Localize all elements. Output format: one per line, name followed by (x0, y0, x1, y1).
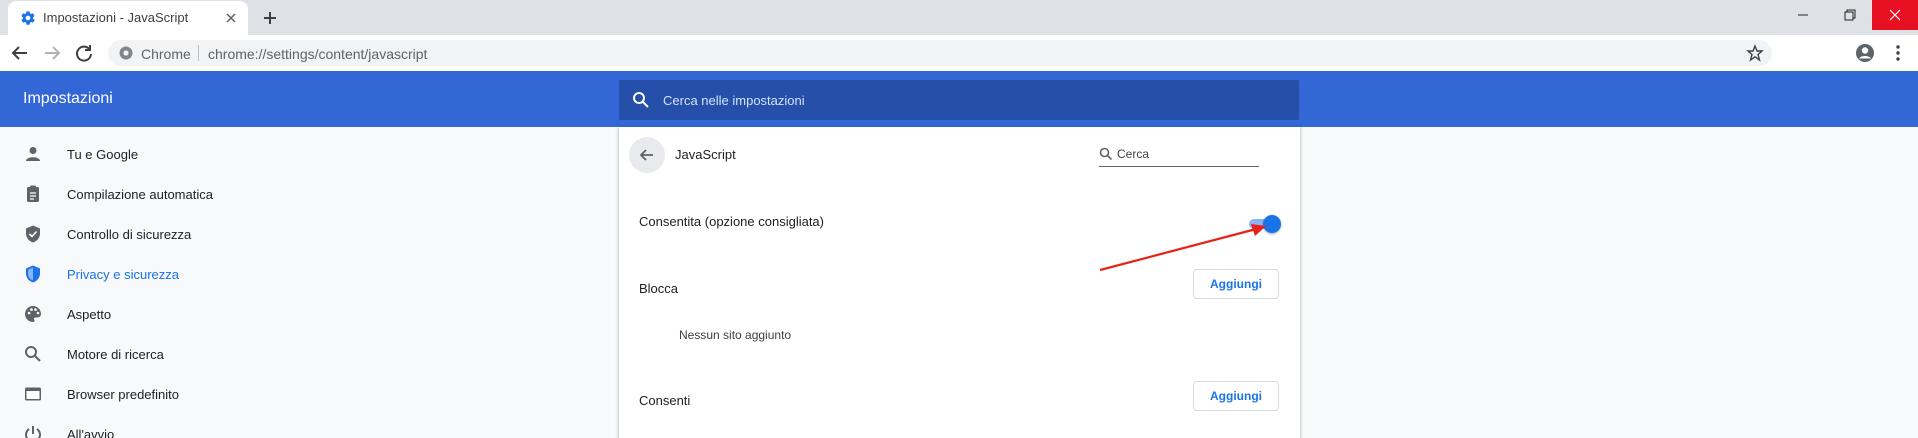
close-tab-icon[interactable] (222, 9, 240, 27)
back-arrow-icon[interactable] (9, 42, 31, 64)
search-icon (633, 92, 649, 108)
sidebar-item-label: Browser predefinito (67, 387, 179, 402)
person-icon (26, 147, 40, 161)
settings-search-input[interactable] (663, 80, 1283, 120)
sidebar-item-search-engine[interactable]: Motore di ricerca (0, 334, 320, 374)
power-icon (25, 426, 41, 438)
search-icon (1099, 147, 1113, 161)
chrome-site-icon[interactable] (118, 45, 134, 61)
gear-icon (21, 11, 35, 25)
new-tab-icon[interactable] (259, 7, 281, 29)
sidebar-item-label: Privacy e sicurezza (67, 267, 179, 282)
sidebar-item-you-and-google[interactable]: Tu e Google (0, 134, 320, 174)
tab-strip: Impostazioni - JavaScript (0, 0, 1918, 35)
settings-search-bar[interactable] (619, 80, 1299, 120)
allow-section-label: Consenti (639, 393, 691, 408)
clipboard-icon (27, 185, 39, 202)
more-menu-icon[interactable] (1887, 42, 1909, 64)
shield-icon (26, 265, 40, 283)
shield-check-icon (26, 225, 40, 243)
tab-title: Impostazioni - JavaScript (43, 10, 189, 25)
bookmark-star-icon[interactable] (1746, 44, 1764, 62)
browser-toolbar: Chrome chrome://settings/content/javascr… (0, 35, 1918, 71)
sidebar-item-appearance[interactable]: Aspetto (0, 294, 320, 334)
allow-add-button[interactable]: Aggiungi (1193, 381, 1279, 411)
url-chip: Chrome (141, 46, 191, 62)
sidebar-item-privacy-security[interactable]: Privacy e sicurezza (0, 254, 320, 294)
address-bar[interactable]: Chrome chrome://settings/content/javascr… (108, 40, 1772, 66)
sidebar-item-label: All'avvio (67, 427, 115, 438)
restore-icon[interactable] (1826, 0, 1872, 30)
sidebar-item-autofill[interactable]: Compilazione automatica (0, 174, 320, 214)
sidebar-item-default-browser[interactable]: Browser predefinito (0, 374, 320, 414)
allowed-label: Consentita (opzione consigliata) (639, 214, 824, 229)
back-button[interactable] (629, 137, 665, 173)
sidebar-item-label: Aspetto (67, 307, 112, 322)
settings-header: Impostazioni (0, 71, 1918, 127)
annotation-arrow (1099, 224, 1266, 272)
sidebar-item-label: Tu e Google (67, 147, 139, 162)
close-window-icon[interactable] (1872, 0, 1918, 30)
block-section-label: Blocca (639, 281, 679, 296)
javascript-settings-card: JavaScript Consentita (opzione consiglia… (619, 127, 1300, 438)
sidebar-item-safety-check[interactable]: Controllo di sicurezza (0, 214, 320, 254)
browser-tab[interactable]: Impostazioni - JavaScript (8, 1, 248, 35)
url-text[interactable]: chrome://settings/content/javascript (208, 46, 427, 62)
settings-title: Impostazioni (23, 90, 113, 107)
url-separator (198, 45, 199, 61)
minimize-icon[interactable] (1780, 0, 1826, 30)
arrow-back-icon (639, 149, 653, 161)
sidebar-item-label: Motore di ricerca (67, 347, 164, 362)
subpage-search[interactable] (1099, 143, 1259, 167)
forward-arrow-icon[interactable] (41, 42, 63, 64)
palette-icon (25, 306, 41, 322)
sidebar-item-label: Compilazione automatica (67, 187, 213, 202)
browser-icon (25, 387, 41, 401)
reload-icon[interactable] (73, 42, 95, 64)
sidebar-item-on-startup[interactable]: All'avvio (0, 414, 320, 438)
sidebar-item-label: Controllo di sicurezza (67, 227, 192, 242)
page-title: JavaScript (675, 147, 736, 162)
settings-sidebar: Tu e Google Compilazione automatica Cont… (0, 127, 600, 438)
subpage-search-input[interactable] (1117, 143, 1255, 165)
search-icon (25, 346, 41, 362)
block-empty-message: Nessun sito aggiunto (679, 328, 792, 342)
profile-avatar-icon[interactable] (1854, 42, 1876, 64)
